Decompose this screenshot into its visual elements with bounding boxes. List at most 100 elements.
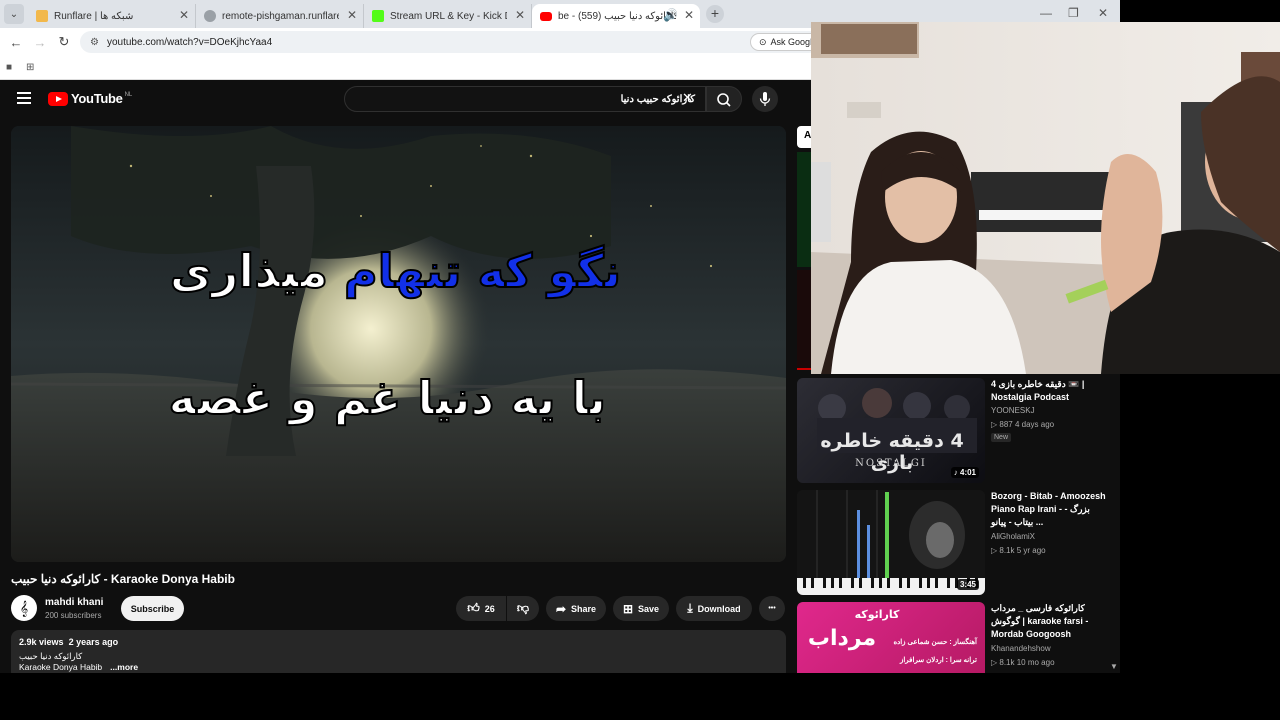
duration-badge: 3:45	[956, 579, 979, 590]
apps-grid-icon[interactable]: ⊞	[26, 62, 34, 73]
bookmark-icon[interactable]: ■	[6, 62, 12, 73]
bookmark-plus-icon: ⊞	[622, 601, 634, 616]
thumbs-down-icon: 👎︎	[516, 601, 530, 615]
clear-search-icon[interactable]: ✕	[682, 90, 693, 106]
lyric-highlighted: نگو که تنهام	[343, 243, 622, 299]
related-title[interactable]: 4 دقیقه خاطره بازی 📼 | Nostalgia Podcast	[991, 378, 1111, 404]
site-info-icon[interactable]: ⚙	[90, 37, 99, 48]
duration-badge: ♪ 4:01	[950, 467, 979, 478]
restore-icon[interactable]: ❐	[1068, 6, 1079, 20]
related-thumbnail-partial[interactable]	[797, 270, 811, 370]
related-channel[interactable]: YOONESKJ	[991, 406, 1035, 415]
chevron-down-icon: ⌄	[9, 8, 19, 20]
browser-tab-active[interactable]: be - كارائوكه دنيا حبيب (559) 🔊 ✕	[532, 4, 700, 28]
channel-name[interactable]: mahdi khani	[45, 597, 103, 608]
related-meta: ▷ 887 4 days ago	[991, 420, 1055, 429]
video-thumbnail[interactable]: 4 دقیقه خاطره بازی NOSTALGI ♪ 4:01	[797, 378, 985, 483]
search-icon	[717, 93, 731, 107]
new-tab-button[interactable]: +	[706, 5, 724, 23]
related-channel[interactable]: Khanandehshow	[991, 644, 1051, 653]
browser-tab[interactable]: Runflare | شبکه ها ✕	[28, 4, 196, 28]
close-tab-icon[interactable]: ✕	[347, 8, 357, 22]
related-title[interactable]: Bozorg - Bitab - Amoozesh Piano Rap Iran…	[991, 490, 1111, 529]
description-meta: 2.9k views 2 years ago	[19, 637, 119, 647]
forward-icon[interactable]: →	[28, 35, 52, 50]
tab-search-button[interactable]: ⌄	[4, 4, 24, 24]
favicon-icon	[36, 10, 48, 22]
reload-icon[interactable]: ↻	[52, 34, 76, 50]
audio-playing-icon[interactable]: 🔊	[663, 8, 678, 22]
thumbnail-caption: آهنگساز : حسن شماعی زاده	[893, 639, 977, 646]
google-lens-icon: ⊙	[759, 36, 767, 47]
youtube-favicon-icon	[540, 12, 552, 21]
screen-bottom-bar	[0, 673, 1280, 720]
subscribe-button[interactable]: Subscribe	[121, 596, 184, 621]
tab-title: Runflare | شبکه ها	[54, 10, 134, 22]
close-tab-icon[interactable]: ✕	[684, 8, 694, 22]
voice-search-button[interactable]	[752, 86, 778, 112]
thumbnail-caption: ترانه سرا : اردلان سرافراز	[899, 657, 977, 664]
video-title: كارائوكه دنيا حبيب - Karaoke Donya Habib	[11, 572, 235, 586]
like-count: 26	[484, 603, 495, 614]
tab-title: remote-pishgaman.runflare.com	[222, 10, 339, 22]
thumbnail-title: مرداب	[807, 626, 877, 651]
description-line: Karaoke Donya Habib ...more	[19, 662, 139, 672]
scroll-down-icon[interactable]: ▼	[1110, 662, 1118, 671]
video-thumbnail[interactable]: کارائوکه مرداب آهنگساز : حسن شماعی زاده …	[797, 602, 985, 673]
close-tab-icon[interactable]: ✕	[515, 8, 525, 22]
save-button[interactable]: ⊞ Save	[613, 596, 669, 621]
related-video[interactable]: 4 دقیقه خاطره بازی NOSTALGI ♪ 4:01 4 دقی…	[797, 378, 1120, 483]
browser-tab[interactable]: remote-pishgaman.runflare.com ✕	[196, 4, 364, 28]
tab-title: Stream URL & Key - Kick Dashb	[390, 10, 507, 22]
related-video[interactable]: 3:45 Bozorg - Bitab - Amoozesh Piano Rap…	[797, 490, 1120, 595]
description-line: كارائوكه دنيا حبيب	[19, 651, 83, 661]
menu-icon[interactable]	[17, 92, 31, 104]
download-button[interactable]: ⤓ Download	[676, 596, 752, 621]
browser-tab[interactable]: Stream URL & Key - Kick Dashb ✕	[364, 4, 532, 28]
related-title[interactable]: کارائوکه فارسی _ مرداب گوگوش | karaoke f…	[991, 602, 1111, 641]
share-button[interactable]: ➦ Share	[546, 596, 606, 621]
country-code: NL	[124, 91, 133, 98]
screen: ⌄ Runflare | شبکه ها ✕ remote-pishgaman.…	[0, 0, 1280, 720]
video-player[interactable]: نگو که تنهام میذاری با یه دنیا غم و غصه	[11, 126, 786, 562]
youtube-logo[interactable]: YouTube NL	[48, 91, 132, 106]
window-close-icon[interactable]: ✕	[1098, 6, 1108, 20]
back-icon[interactable]: ←	[4, 35, 28, 50]
download-icon: ⤓	[687, 601, 693, 615]
tab-title: be - كارائوكه دنيا حبيب (559)	[558, 10, 676, 22]
url-text: youtube.com/watch?v=DOeKjhcYaa4	[106, 36, 273, 48]
related-meta: ▷ 8.1k 10 mo ago	[991, 658, 1055, 667]
channel-avatar[interactable]: 𝄞	[11, 595, 37, 621]
lyric-rest: میذاری	[169, 243, 329, 299]
video-frame	[11, 126, 786, 562]
kick-favicon-icon	[372, 10, 384, 22]
address-bar[interactable]: ⚙ youtube.com/watch?v=DOeKjhcYaa4	[80, 31, 820, 53]
show-more-link[interactable]: ...more	[110, 662, 138, 672]
minimize-icon[interactable]: —	[1040, 6, 1052, 20]
lyric-line-1: نگو که تنهام میذاری	[169, 243, 622, 299]
thumbs-up-icon: 👍︎	[467, 601, 480, 615]
lyric-line-2: با یه دنیا غم و غصه	[168, 370, 607, 426]
search-input[interactable]: کارائوکه حبیب دنیا	[344, 86, 706, 112]
thumbnail-subtitle: کارائوکه	[854, 608, 900, 621]
subscriber-count: 200 subscribers	[45, 611, 102, 620]
close-tab-icon[interactable]: ✕	[179, 8, 189, 22]
webcam-overlay	[811, 22, 1280, 374]
description-box[interactable]: 2.9k views 2 years ago كارائوكه دنيا حبي…	[11, 630, 786, 673]
related-meta: ▷ 8.1k 5 yr ago	[991, 546, 1046, 555]
youtube-play-icon	[48, 91, 68, 106]
search-button[interactable]	[706, 86, 742, 112]
video-thumbnail[interactable]: 3:45	[797, 490, 985, 595]
microphone-icon	[759, 92, 771, 106]
related-channel[interactable]: AliGholamiX	[991, 532, 1035, 541]
new-badge: New	[991, 433, 1012, 442]
dislike-button[interactable]: 👎︎	[507, 596, 539, 621]
ad-chip[interactable]: A	[797, 126, 811, 148]
related-video[interactable]: کارائوکه مرداب آهنگساز : حسن شماعی زاده …	[797, 602, 1120, 673]
webcam-scene	[811, 22, 1280, 374]
favicon-icon	[204, 10, 216, 22]
like-button[interactable]: 👍︎ 26	[456, 596, 506, 621]
share-icon: ➦	[555, 601, 567, 616]
related-thumbnail-partial[interactable]	[797, 152, 811, 267]
more-actions-button[interactable]: •••	[759, 596, 785, 621]
